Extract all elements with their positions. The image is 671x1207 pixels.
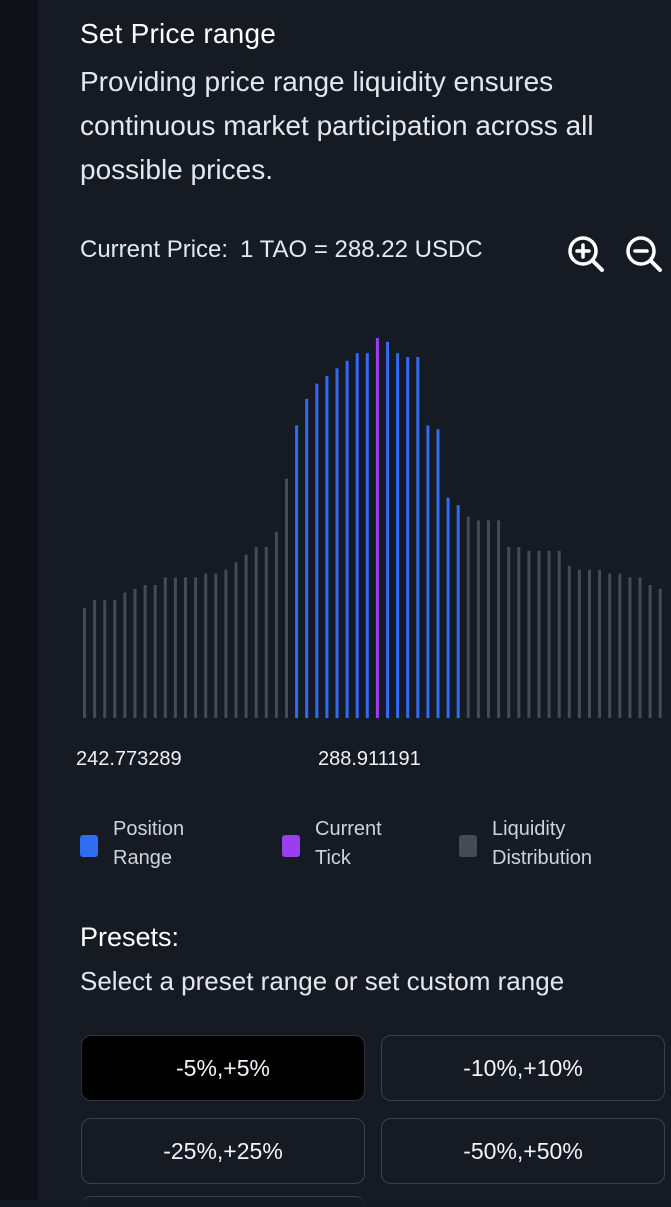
- liquidity-bar: [628, 577, 632, 718]
- liquidity-bar: [234, 562, 238, 718]
- liquidity-bar: [426, 425, 430, 718]
- liquidity-bar: [658, 588, 662, 718]
- liquidity-bar: [406, 357, 410, 718]
- liquidity-bar: [567, 566, 571, 718]
- liquidity-bar: [163, 577, 167, 718]
- preset-10-button[interactable]: -10%,+10%: [381, 1035, 665, 1101]
- liquidity-bar: [295, 425, 299, 718]
- liquidity-bar: [436, 429, 440, 718]
- preset-25-button[interactable]: -25%,+25%: [81, 1118, 365, 1184]
- legend-swatch-liquidity: [459, 835, 477, 857]
- liquidity-bar: [638, 577, 642, 718]
- legend-label-line2: Distribution: [492, 847, 593, 869]
- liquidity-bar: [214, 573, 218, 718]
- liquidity-bar: [497, 520, 501, 718]
- liquidity-bar: [113, 600, 117, 718]
- liquidity-bar: [133, 588, 137, 718]
- liquidity-bar: [456, 505, 460, 718]
- current-price-row: Current Price: 1 TAO = 288.22 USDC: [80, 236, 483, 264]
- liquidity-bar: [446, 497, 450, 718]
- liquidity-bar: [224, 569, 228, 718]
- liquidity-bar: [315, 383, 319, 718]
- zoom-in-icon: [568, 236, 604, 272]
- preset-5-button[interactable]: -5%,+5%: [81, 1035, 365, 1101]
- liquidity-bar: [577, 569, 581, 718]
- liquidity-bar: [153, 585, 157, 718]
- liquidity-bar: [507, 547, 511, 718]
- liquidity-bar: [396, 353, 400, 718]
- liquidity-bar: [608, 573, 612, 718]
- liquidity-bar: [375, 338, 379, 718]
- liquidity-chart[interactable]: [76, 330, 671, 720]
- current-price-label: Current Price:: [80, 236, 229, 263]
- custom-range-button[interactable]: [81, 1196, 365, 1207]
- liquidity-bar: [103, 600, 107, 718]
- liquidity-bar: [598, 569, 602, 718]
- preset-50-button[interactable]: -50%,+50%: [381, 1118, 665, 1184]
- liquidity-bar: [588, 569, 591, 718]
- legend-label-line2: Range: [113, 847, 172, 869]
- liquidity-bar: [173, 577, 177, 718]
- liquidity-bar: [386, 341, 389, 718]
- legend-swatch-position-range: [80, 835, 98, 857]
- liquidity-bar: [123, 592, 127, 718]
- liquidity-bar: [254, 547, 258, 718]
- legend-label-line2: Tick: [315, 847, 351, 869]
- liquidity-bar: [204, 573, 208, 718]
- section-title: Set Price range: [80, 18, 276, 49]
- liquidity-bar: [527, 550, 531, 718]
- presets-title: Presets:: [80, 922, 180, 952]
- liquidity-bar: [416, 357, 420, 718]
- liquidity-bar: [93, 600, 97, 718]
- left-sidebar-rail: [0, 0, 38, 1200]
- tick-label-current: 288.911191: [318, 748, 421, 770]
- zoom-out-icon: [626, 236, 662, 272]
- legend-swatch-current-tick: [282, 835, 300, 857]
- section-description: Providing price range liquidity ensures …: [80, 66, 594, 185]
- liquidity-bar: [194, 577, 198, 718]
- liquidity-bar: [305, 398, 309, 718]
- liquidity-bar: [517, 547, 521, 718]
- liquidity-bar: [487, 520, 490, 718]
- current-price-value: 1 TAO = 288.22 USDC: [240, 236, 483, 263]
- liquidity-bar: [285, 478, 288, 718]
- liquidity-bar: [274, 531, 278, 718]
- liquidity-bar: [335, 368, 339, 718]
- liquidity-bar: [648, 585, 652, 718]
- liquidity-bar: [325, 376, 329, 718]
- zoom-out-button[interactable]: [624, 234, 664, 274]
- liquidity-bar: [345, 360, 349, 718]
- liquidity-bar: [537, 550, 541, 718]
- liquidity-bar: [244, 554, 248, 718]
- tick-label-min: 242.773289: [76, 748, 182, 770]
- liquidity-bar: [365, 353, 369, 718]
- liquidity-bar: [618, 573, 622, 718]
- liquidity-bar: [184, 577, 187, 718]
- liquidity-bar: [476, 520, 480, 718]
- liquidity-bar: [83, 607, 86, 718]
- liquidity-bar: [143, 585, 147, 718]
- liquidity-bar: [557, 550, 561, 718]
- liquidity-bar: [355, 353, 359, 718]
- liquidity-bar: [264, 547, 268, 718]
- liquidity-bar: [466, 516, 470, 718]
- legend-label-line1: Position: [113, 818, 185, 840]
- legend-label-line1: Liquidity: [492, 818, 566, 840]
- presets-subtitle: Select a preset range or set custom rang…: [80, 966, 565, 996]
- liquidity-bar: [547, 550, 551, 718]
- zoom-in-button[interactable]: [566, 234, 606, 274]
- legend-label-line1: Current: [315, 818, 382, 840]
